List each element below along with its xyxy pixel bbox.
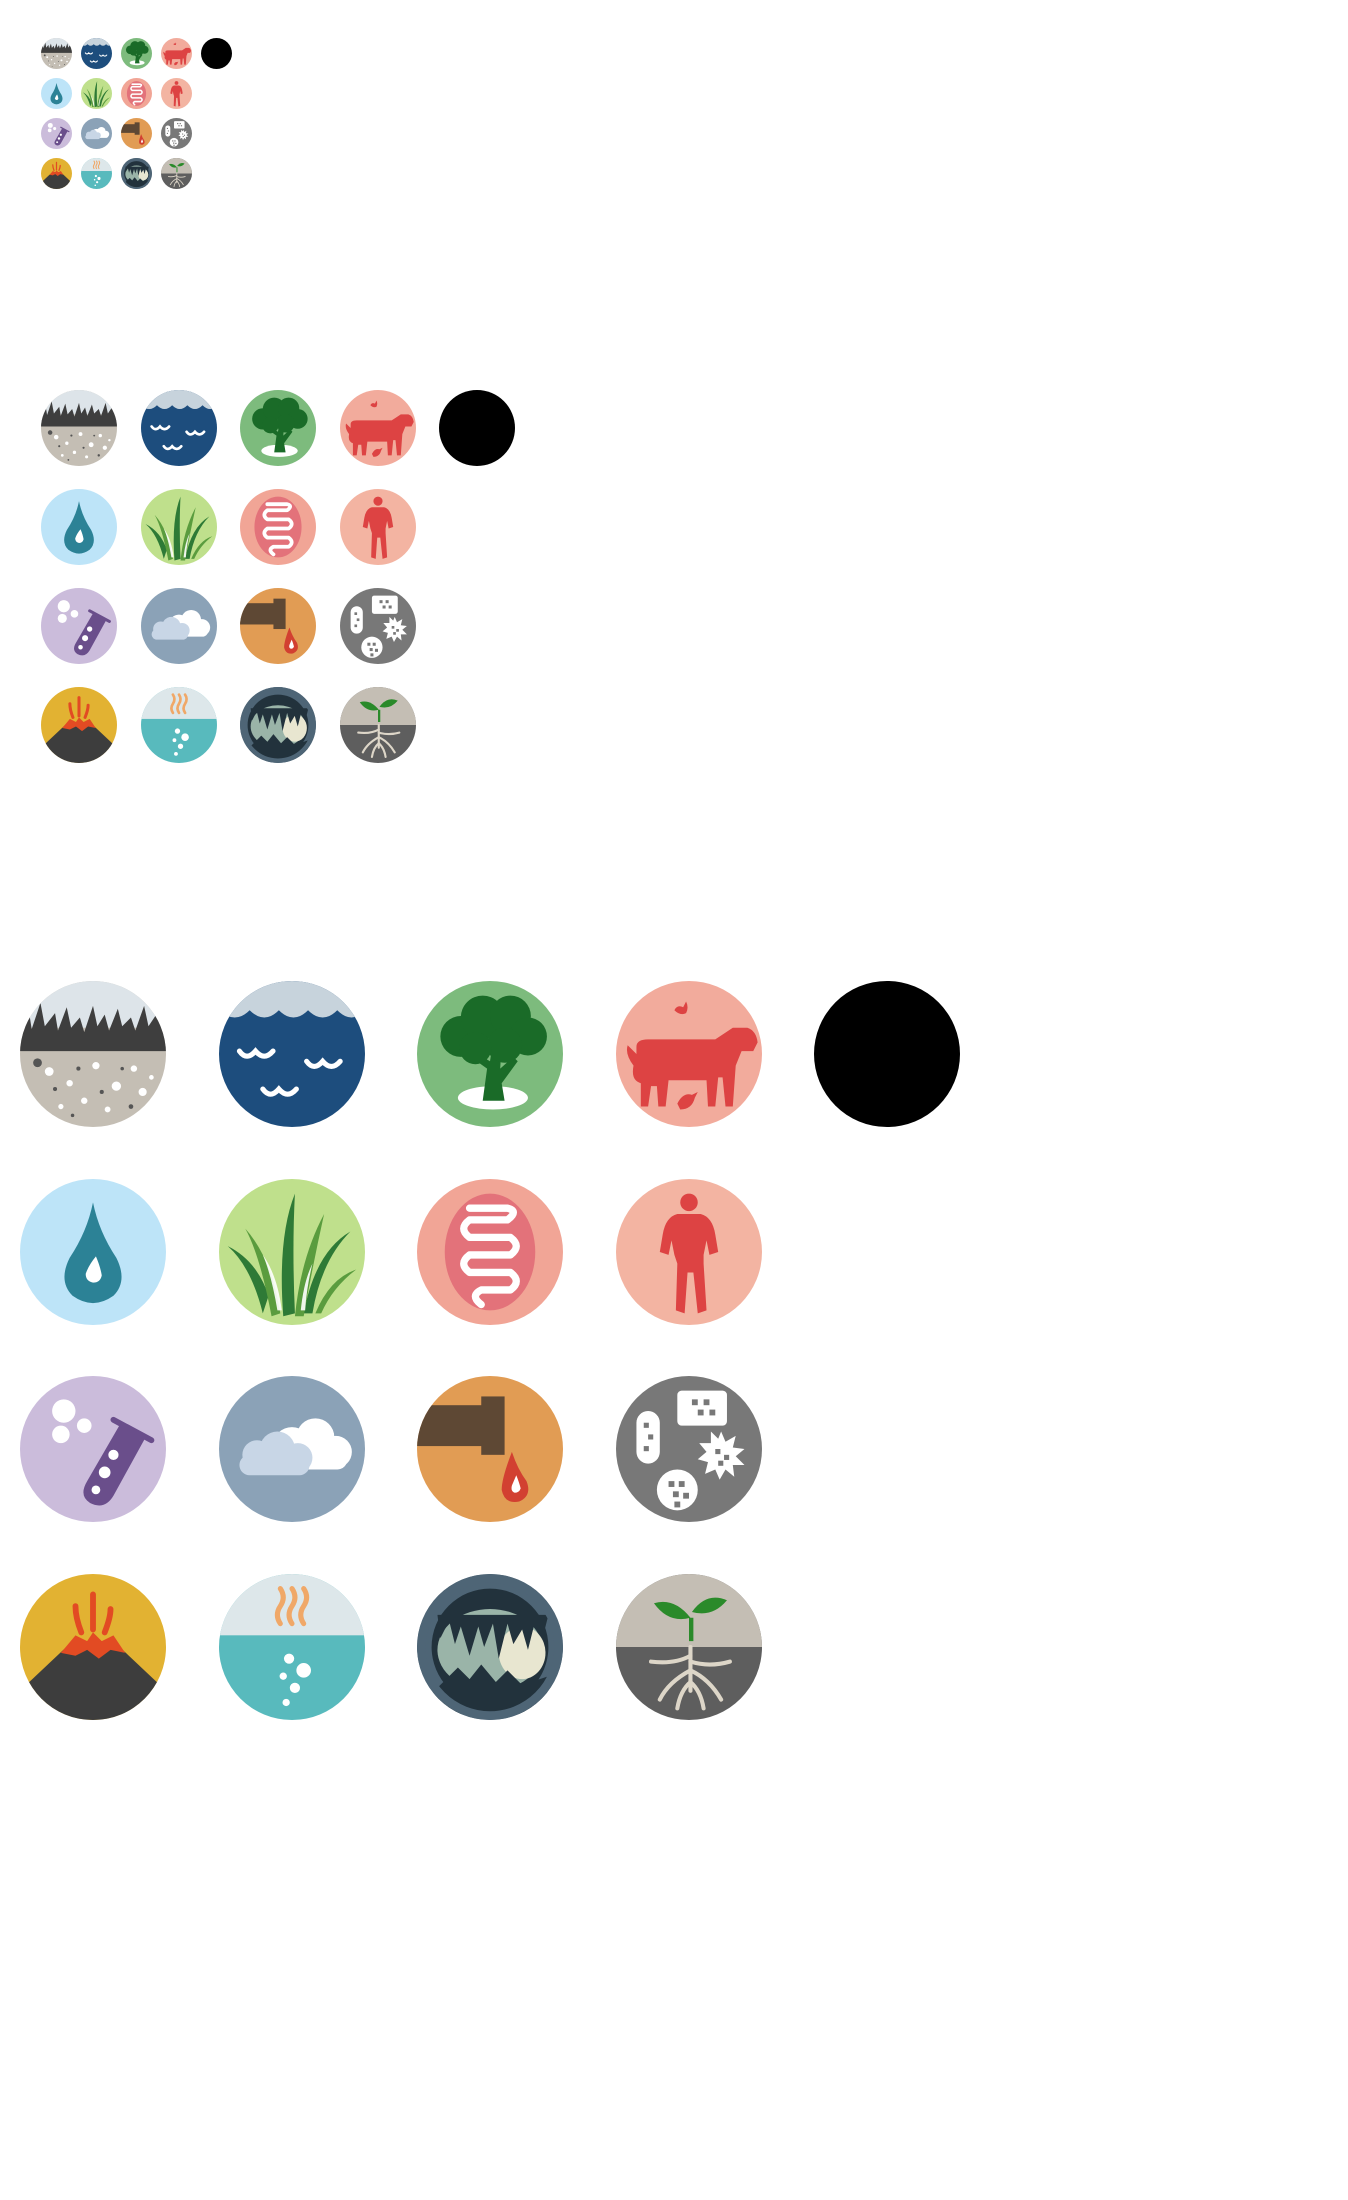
hot-spring-icon xyxy=(218,1573,365,1720)
cloud-air-icon xyxy=(81,118,112,149)
ocean-waves-icon xyxy=(81,38,112,69)
water-drop-icon xyxy=(41,489,117,565)
pipe-wastewater-icon xyxy=(240,588,316,664)
plant-roots-icon xyxy=(161,158,192,189)
cow-animal-icon xyxy=(615,981,762,1127)
soil-icon xyxy=(20,981,166,1127)
ocean-waves-icon xyxy=(140,390,217,466)
test-tube-lab-icon xyxy=(20,1376,166,1522)
cloud-air-icon xyxy=(140,588,217,664)
cave-icon xyxy=(240,687,316,763)
plant-roots-icon xyxy=(615,1573,762,1720)
hot-spring-icon xyxy=(81,158,112,189)
microbes-icon xyxy=(339,588,416,664)
cow-animal-icon xyxy=(339,390,416,466)
microbes-icon xyxy=(615,1376,762,1522)
intestine-gut-icon xyxy=(417,1178,563,1325)
hot-spring-icon xyxy=(140,687,217,763)
microbes-icon xyxy=(161,118,192,149)
test-tube-lab-icon xyxy=(41,588,117,664)
pipe-wastewater-icon xyxy=(417,1376,563,1522)
pipe-wastewater-icon xyxy=(121,118,152,149)
human-figure-icon xyxy=(161,78,192,109)
cave-icon xyxy=(417,1573,563,1720)
blank-black-icon xyxy=(201,38,232,69)
human-figure-icon xyxy=(339,489,416,565)
blank-black-icon xyxy=(439,390,515,466)
test-tube-lab-icon xyxy=(41,118,72,149)
volcano-icon xyxy=(41,687,117,763)
ocean-waves-icon xyxy=(218,981,365,1127)
volcano-icon xyxy=(41,158,72,189)
soil-icon xyxy=(41,38,72,69)
water-drop-icon xyxy=(41,78,72,109)
cave-icon xyxy=(121,158,152,189)
grass-icon xyxy=(218,1178,365,1325)
cloud-air-icon xyxy=(218,1376,365,1522)
volcano-icon xyxy=(20,1573,166,1720)
human-figure-icon xyxy=(615,1178,762,1325)
water-drop-icon xyxy=(20,1178,166,1325)
tree-forest-icon xyxy=(417,981,563,1127)
tree-forest-icon xyxy=(121,38,152,69)
grass-icon xyxy=(81,78,112,109)
tree-forest-icon xyxy=(240,390,316,466)
intestine-gut-icon xyxy=(240,489,316,565)
blank-black-icon xyxy=(814,981,960,1127)
grass-icon xyxy=(140,489,217,565)
cow-animal-icon xyxy=(161,38,192,69)
intestine-gut-icon xyxy=(121,78,152,109)
plant-roots-icon xyxy=(339,687,416,763)
soil-icon xyxy=(41,390,117,466)
